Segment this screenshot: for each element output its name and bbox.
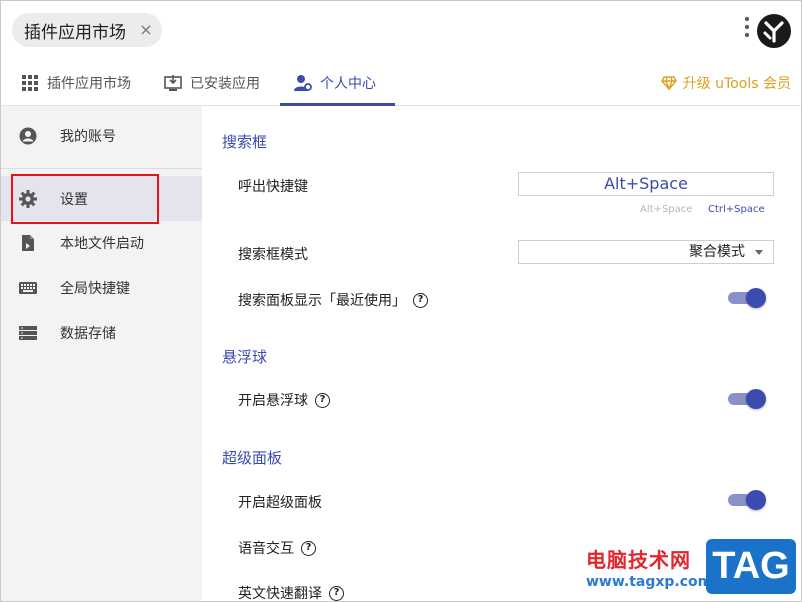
- toggle-knob: [746, 490, 766, 510]
- utools-logo-icon[interactable]: [756, 13, 792, 49]
- help-icon[interactable]: ?: [315, 392, 330, 408]
- account-circle-icon: [19, 127, 37, 144]
- highlight-annotation-box: [11, 174, 159, 224]
- search-mode-select[interactable]: 聚合模式: [518, 240, 774, 264]
- chip-label: 插件应用市场: [24, 22, 126, 43]
- tab-label: 已安装应用: [190, 76, 260, 92]
- hotkey-label: 呼出快捷键: [238, 176, 308, 196]
- sidebar-item-label: 我的账号: [60, 128, 116, 145]
- sidebar-item-data-storage[interactable]: 数据存储: [1, 310, 202, 355]
- recent-toggle[interactable]: [728, 287, 766, 309]
- hotkey-input[interactable]: Alt+Space: [518, 172, 774, 196]
- download-monitor-icon: [164, 75, 182, 91]
- upgrade-label: 升级 uTools 会员: [682, 76, 791, 92]
- close-icon[interactable]: ×: [138, 20, 154, 39]
- hotkey-label-text: 呼出快捷键: [238, 179, 308, 195]
- grid-icon: [22, 75, 38, 91]
- section-title-superpanel: 超级面板: [222, 449, 283, 467]
- plugin-market-chip[interactable]: 插件应用市场 ×: [12, 13, 162, 47]
- toggle-knob: [746, 389, 766, 409]
- floatball-label-text: 开启悬浮球: [238, 393, 308, 409]
- floatball-toggle[interactable]: [728, 388, 766, 410]
- help-icon[interactable]: ?: [413, 292, 428, 308]
- sidebar-item-global-hotkeys[interactable]: 全局快捷键: [1, 265, 202, 310]
- caret-down-icon: [755, 250, 763, 255]
- hotkey-option-ctrl-space[interactable]: Ctrl+Space: [708, 204, 765, 215]
- user-gear-icon: [294, 75, 312, 91]
- sidebar-item-account[interactable]: 我的账号: [1, 113, 202, 158]
- toggle-knob: [746, 288, 766, 308]
- superpanel-label-text: 开启超级面板: [238, 495, 322, 511]
- superpanel-label: 开启超级面板: [238, 492, 322, 512]
- translate-label: 英文快速翻译 ?: [238, 583, 344, 602]
- watermark-tag-logo: TAG: [706, 539, 796, 594]
- help-icon[interactable]: ?: [329, 585, 344, 601]
- section-title-floatball: 悬浮球: [222, 348, 268, 366]
- sidebar-item-label: 数据存储: [60, 325, 116, 342]
- floatball-label: 开启悬浮球 ?: [238, 390, 330, 410]
- more-menu-icon[interactable]: [742, 15, 752, 41]
- diamond-icon: [660, 76, 677, 91]
- sidebar-item-label: 全局快捷键: [60, 280, 130, 297]
- watermark-site-name: 电脑技术网: [586, 548, 691, 572]
- voice-label-text: 语音交互: [238, 541, 294, 557]
- keyboard-icon: [19, 281, 37, 294]
- tab-plugin-market[interactable]: 插件应用市场: [21, 61, 131, 105]
- file-launch-icon: [22, 234, 34, 251]
- app-window: 插件应用市场 × 插件应用市场 已安装应用 个人中心 升级 uTools 会员 …: [0, 0, 802, 602]
- sidebar-divider: [1, 168, 202, 169]
- storage-icon: [19, 325, 37, 340]
- sidebar-item-label: 本地文件启动: [60, 235, 144, 252]
- tab-installed[interactable]: 已安装应用: [164, 61, 260, 105]
- upgrade-button[interactable]: 升级 uTools 会员: [660, 61, 791, 105]
- tab-label: 个人中心: [320, 76, 376, 92]
- search-mode-value: 聚合模式: [689, 244, 745, 260]
- sidebar-item-local-file-launch[interactable]: 本地文件启动: [1, 220, 202, 265]
- search-mode-label-text: 搜索框模式: [238, 247, 308, 263]
- tab-bar: 插件应用市场 已安装应用 个人中心 升级 uTools 会员: [1, 61, 801, 106]
- recent-label-text: 搜索面板显示「最近使用」: [238, 293, 406, 309]
- recent-label: 搜索面板显示「最近使用」 ?: [238, 290, 428, 310]
- superpanel-toggle[interactable]: [728, 489, 766, 511]
- voice-label: 语音交互 ?: [238, 538, 316, 558]
- help-icon[interactable]: ?: [301, 540, 316, 556]
- hotkey-option-alt-space[interactable]: Alt+Space: [640, 204, 692, 215]
- tab-label: 插件应用市场: [47, 76, 131, 92]
- settings-panel: 搜索框 呼出快捷键 Alt+Space Alt+Space Ctrl+Space…: [202, 106, 801, 602]
- watermark-url: www.tagxp.com: [586, 574, 713, 590]
- tab-personal-center[interactable]: 个人中心: [294, 61, 376, 105]
- translate-label-text: 英文快速翻译: [238, 586, 322, 602]
- search-mode-label: 搜索框模式: [238, 244, 308, 264]
- section-title-search: 搜索框: [222, 133, 268, 151]
